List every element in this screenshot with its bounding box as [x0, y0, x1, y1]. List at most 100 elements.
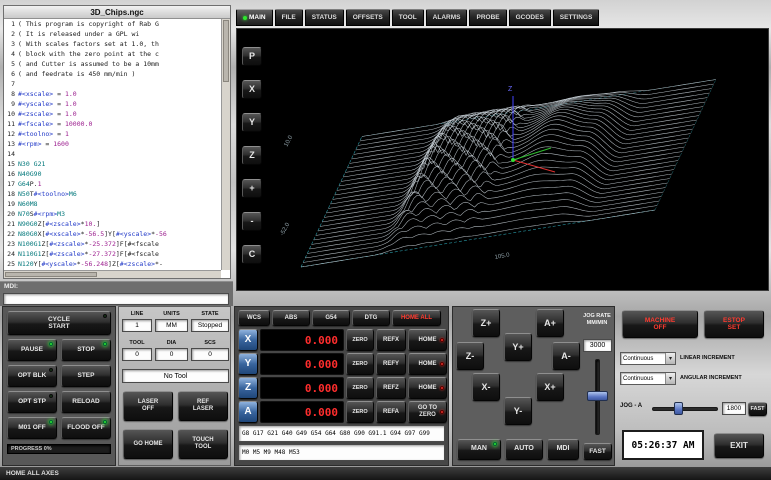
- jog-a-minus-button[interactable]: A-: [552, 342, 580, 370]
- zero-a-button[interactable]: ZERO: [346, 401, 374, 423]
- tab-probe[interactable]: PROBE: [469, 9, 506, 26]
- step-button[interactable]: STEP: [61, 365, 111, 387]
- ref-x-button[interactable]: REFX: [376, 329, 406, 351]
- axis-button-x[interactable]: X: [238, 329, 258, 351]
- pause-button[interactable]: PAUSE: [7, 339, 57, 361]
- scrollbar-thumb[interactable]: [5, 272, 97, 277]
- line-code: G64P.1: [18, 179, 221, 189]
- led-indicator: [103, 420, 107, 424]
- zero-x-button[interactable]: ZERO: [346, 329, 374, 351]
- flood-off-button[interactable]: FLOOD OFF: [61, 417, 111, 439]
- zero-z-button[interactable]: ZERO: [346, 377, 374, 399]
- jog-a-fast-button[interactable]: FAST: [748, 402, 767, 416]
- auto-mode-button[interactable]: AUTO: [505, 439, 543, 460]
- ref-y-button[interactable]: REFY: [376, 353, 406, 375]
- dro-display-y: 0.000: [260, 353, 344, 375]
- dro-header-home-all[interactable]: HOME ALL: [392, 310, 441, 326]
- touch-tool-button[interactable]: TOUCH TOOL: [178, 429, 228, 459]
- line-code: N100G1Z[#<zscale>*-25.372]F[#<fscale: [18, 239, 221, 249]
- mdi-input[interactable]: [3, 293, 229, 305]
- scrollbar-thumb[interactable]: [223, 20, 229, 82]
- line-code: N90G0Z[#<zscale>*10.]: [18, 219, 221, 229]
- machine-off-button[interactable]: MACHINE OFF: [622, 310, 698, 338]
- line-number: 12: [4, 129, 18, 139]
- tool-value: 0: [122, 348, 152, 361]
- linear-increment-select[interactable]: Continuous ▾: [620, 352, 676, 365]
- jog-y-minus-button[interactable]: Y-: [504, 397, 532, 425]
- axis-button-z[interactable]: Z: [238, 377, 258, 399]
- tab-alarms[interactable]: ALARMS: [426, 9, 468, 26]
- home-y-button[interactable]: HOME: [408, 353, 447, 375]
- opt-stp-button[interactable]: OPT STP: [7, 391, 57, 413]
- editor-horizontal-scrollbar[interactable]: [4, 270, 221, 278]
- jog-a-slider-track[interactable]: [652, 407, 718, 411]
- tab-label: FILE: [282, 14, 296, 21]
- editor-vertical-scrollbar[interactable]: [221, 19, 230, 270]
- button-label: OPT STP: [18, 398, 46, 405]
- mdi-mode-button[interactable]: MDI: [547, 439, 579, 460]
- tab-file[interactable]: FILE: [275, 9, 303, 26]
- stop-button[interactable]: STOP: [61, 339, 111, 361]
- jog-y-plus-button[interactable]: Y+: [504, 333, 532, 361]
- jog-z-plus-button[interactable]: Z+: [472, 309, 500, 337]
- tab-gcodes[interactable]: GCODES: [509, 9, 551, 26]
- dro-header-g54[interactable]: G54: [312, 310, 350, 326]
- dro-header-wcs[interactable]: WCS: [238, 310, 270, 326]
- m01-off-button[interactable]: M01 OFF: [7, 417, 57, 439]
- reload-button[interactable]: RELOAD: [61, 391, 111, 413]
- axis-button-y[interactable]: Y: [238, 353, 258, 375]
- state-value: Stopped: [191, 319, 229, 332]
- gcode-editor[interactable]: 1( This program is copyright of Rab G2( …: [4, 19, 221, 270]
- view-button-y[interactable]: Y: [242, 113, 262, 132]
- jog-x-plus-button[interactable]: X+: [536, 373, 564, 401]
- view-button-z[interactable]: Z: [242, 146, 262, 165]
- view-button-zoom-out[interactable]: -: [242, 212, 262, 231]
- laser-off-button[interactable]: LASER OFF: [123, 391, 173, 421]
- dro-header-abs[interactable]: ABS: [272, 310, 310, 326]
- view-button-x[interactable]: X: [242, 80, 262, 99]
- tool-header: TOOL: [122, 340, 152, 346]
- zero-y-button[interactable]: ZERO: [346, 353, 374, 375]
- view-button-c[interactable]: C: [242, 245, 262, 264]
- led-indicator: [440, 410, 444, 414]
- view-button-p[interactable]: P: [242, 47, 262, 66]
- jog-a-plus-button[interactable]: A+: [536, 309, 564, 337]
- tab-main[interactable]: MAIN: [236, 9, 273, 26]
- cycle-start-button[interactable]: CYCLE START: [7, 311, 111, 335]
- home-z-button[interactable]: HOME: [408, 377, 447, 399]
- button-label: PAUSE: [21, 346, 43, 353]
- angular-increment-select[interactable]: Continuous ▾: [620, 372, 676, 385]
- ref-a-button[interactable]: REFA: [376, 401, 406, 423]
- jog-z-minus-button[interactable]: Z-: [456, 342, 484, 370]
- tab-status[interactable]: STATUS: [305, 9, 344, 26]
- active-mcodes-display: M0 M5 M9 M48 M53: [238, 444, 445, 461]
- jog-rate-slider-thumb[interactable]: [587, 391, 608, 401]
- line-code: ( With scales factors set at 1.0, th: [18, 39, 221, 49]
- estop-button[interactable]: ESTOP SET: [704, 310, 764, 338]
- ref-z-button[interactable]: REFZ: [376, 377, 406, 399]
- tab-settings[interactable]: SETTINGS: [553, 9, 600, 26]
- ref-laser-button[interactable]: REF LASER: [178, 391, 228, 421]
- backplot-view[interactable]: 10.038.1-52.0105.0Z PXYZ+-C: [236, 28, 769, 291]
- units-value: MM: [155, 319, 188, 332]
- opt-blk-button[interactable]: OPT BLK: [7, 365, 57, 387]
- home-a-button[interactable]: GO TO ZERO: [408, 401, 447, 423]
- tab-offsets[interactable]: OFFSETS: [346, 9, 390, 26]
- line-number: 23: [4, 239, 18, 249]
- view-button-zoom-in[interactable]: +: [242, 179, 262, 198]
- man-mode-button[interactable]: MAN: [457, 439, 501, 460]
- go-home-button[interactable]: GO HOME: [123, 429, 173, 459]
- jog-x-minus-button[interactable]: X-: [472, 373, 500, 401]
- axis-button-a[interactable]: A: [238, 401, 258, 423]
- jog-a-label: JOG - A: [620, 403, 642, 409]
- line-number: 18: [4, 189, 18, 199]
- exit-button[interactable]: EXIT: [714, 433, 764, 458]
- dro-header-dtg[interactable]: DTG: [352, 310, 390, 326]
- program-buttons-grid: CYCLE START PAUSE STOPOPT BLKSTEP OPT STP RE…: [7, 311, 111, 439]
- home-x-button[interactable]: HOME: [408, 329, 447, 351]
- tab-tool[interactable]: TOOL: [392, 9, 424, 26]
- gcode-line: 17G64P.1: [4, 179, 221, 189]
- led-indicator: [103, 314, 107, 318]
- jog-fast-button[interactable]: FAST: [583, 443, 612, 460]
- jog-a-slider-thumb[interactable]: [674, 402, 683, 415]
